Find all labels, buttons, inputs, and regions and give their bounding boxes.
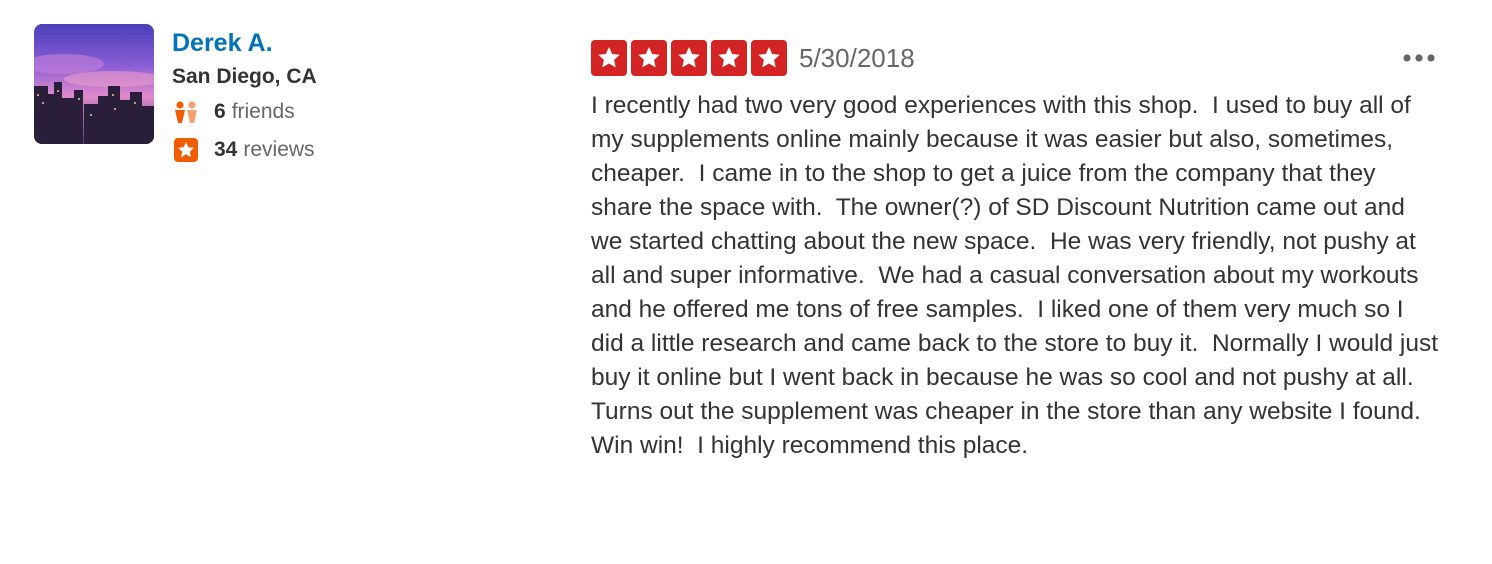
user-name-link[interactable]: Derek A. (172, 26, 317, 60)
review-date: 5/30/2018 (799, 42, 915, 73)
friends-label: friends (231, 100, 295, 123)
star-icon (631, 40, 667, 76)
star-icon (671, 40, 707, 76)
review-text: I recently had two very good experiences… (591, 92, 1445, 459)
friends-stat: 6 friends (172, 93, 317, 131)
user-location: San Diego, CA (172, 65, 317, 88)
friends-count: 6 (214, 100, 226, 123)
reviews-stat: 34 reviews (172, 131, 317, 169)
avatar-photo (34, 24, 154, 144)
reviews-star-icon (172, 136, 200, 164)
ellipsis-icon (1403, 54, 1435, 62)
rating-row: 5/30/2018 (591, 40, 1441, 76)
reviews-count: 34 (214, 138, 238, 161)
user-avatar[interactable] (34, 24, 154, 144)
star-rating (591, 40, 787, 76)
more-options-button[interactable] (1399, 46, 1439, 70)
reviews-label: reviews (243, 138, 315, 161)
user-info: Derek A. San Diego, CA 6 friends 34 revi… (172, 26, 317, 169)
friends-icon (172, 98, 200, 126)
star-icon (751, 40, 787, 76)
star-icon (591, 40, 627, 76)
review: 5/30/2018 I recently had two very good e… (591, 40, 1441, 463)
star-icon (711, 40, 747, 76)
